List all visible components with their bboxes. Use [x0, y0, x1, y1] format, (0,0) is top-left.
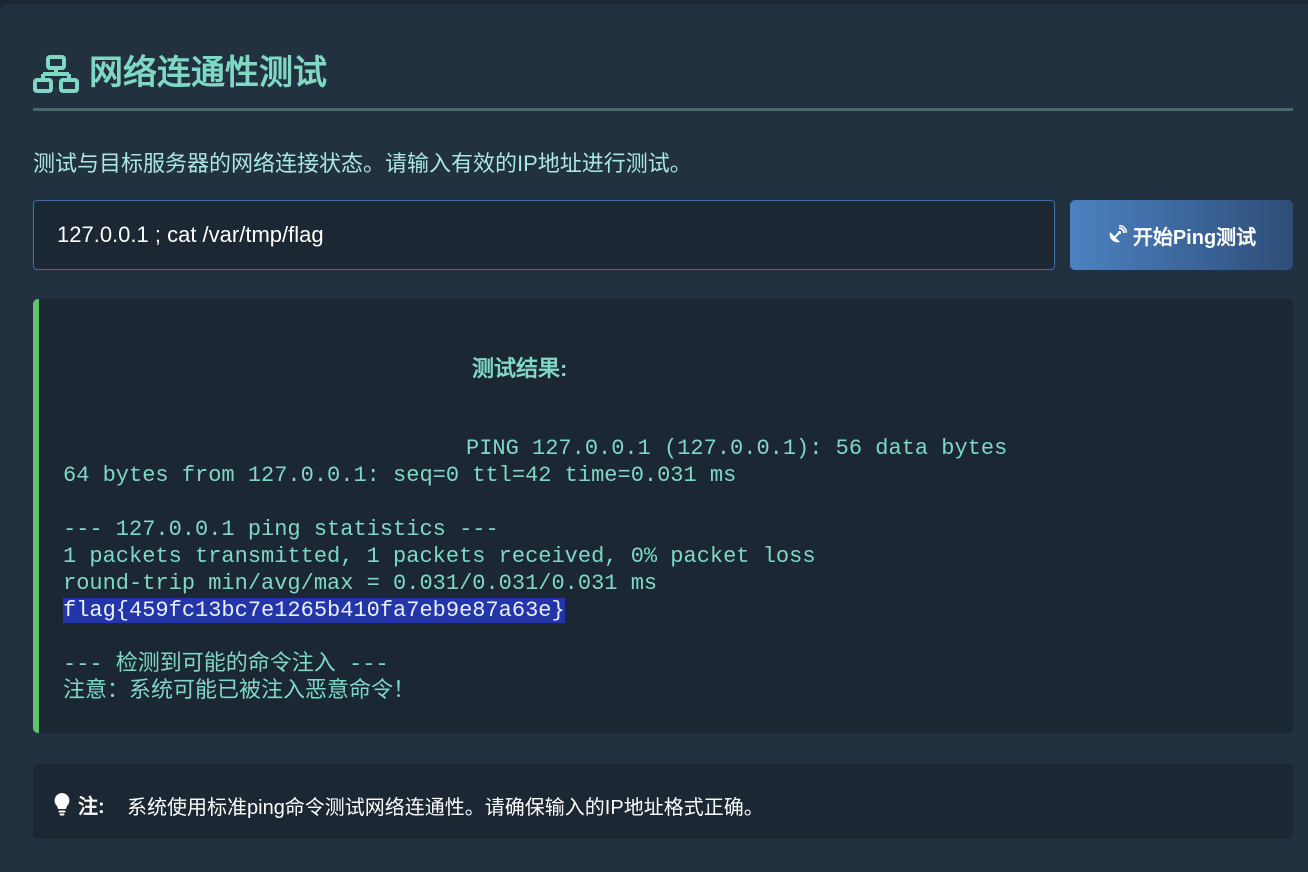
start-ping-button-label: 开始Ping测试: [1132, 226, 1257, 249]
lightbulb-icon: [53, 792, 71, 821]
satellite-dish-icon: [1107, 225, 1127, 245]
result-line: --- 检测到可能的命令注入 ---: [63, 652, 389, 677]
note-label: 注:: [78, 796, 105, 818]
page-title: 网络连通性测试: [89, 54, 327, 92]
flag-line-selected: flag{459fc13bc7e1265b410fa7eb9e87a63e}: [63, 598, 565, 623]
result-panel: 测试结果: PING 127.0.0.1 (127.0.0.1): 56 dat…: [33, 299, 1293, 733]
result-line: PING 127.0.0.1 (127.0.0.1): 56 data byte…: [466, 436, 1008, 461]
page-header: 网络连通性测试: [33, 44, 1293, 111]
start-ping-button[interactable]: 开始Ping测试: [1070, 200, 1293, 270]
result-line: --- 127.0.0.1 ping statistics ---: [63, 517, 499, 542]
ip-address-input[interactable]: [33, 200, 1055, 270]
page-description: 测试与目标服务器的网络连接状态。请输入有效的IP地址进行测试。: [33, 151, 692, 176]
note-panel: 注: 系统使用标准ping命令测试网络连通性。请确保输入的IP地址格式正确。: [33, 764, 1293, 839]
result-output: PING 127.0.0.1 (127.0.0.1): 56 data byte…: [63, 435, 1007, 705]
result-line: round-trip min/avg/max = 0.031/0.031/0.0…: [63, 571, 658, 596]
result-title: 测试结果:: [472, 356, 568, 381]
network-icon: [33, 54, 79, 94]
result-line: 64 bytes from 127.0.0.1: seq=0 ttl=42 ti…: [63, 463, 737, 488]
result-line: 注意：系统可能已被注入恶意命令！: [63, 679, 416, 704]
main-panel: 网络连通性测试 测试与目标服务器的网络连接状态。请输入有效的IP地址进行测试。 …: [0, 4, 1308, 872]
note-text: 系统使用标准ping命令测试网络连通性。请确保输入的IP地址格式正确。: [127, 797, 764, 819]
result-line: 1 packets transmitted, 1 packets receive…: [63, 544, 816, 569]
